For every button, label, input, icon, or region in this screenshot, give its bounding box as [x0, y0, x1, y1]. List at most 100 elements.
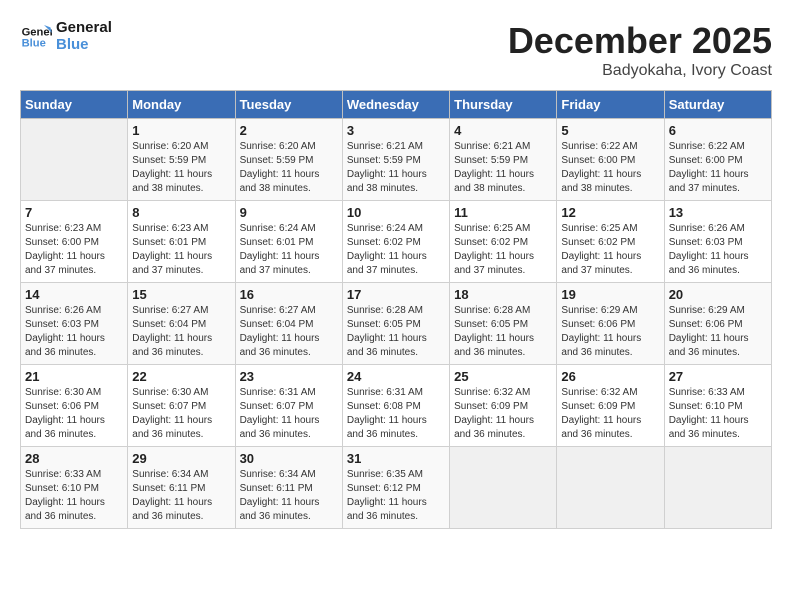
day-number: 31: [347, 451, 445, 466]
calendar-cell: [664, 447, 771, 529]
calendar-cell: 5 Sunrise: 6:22 AMSunset: 6:00 PMDaylight…: [557, 119, 664, 201]
day-info: Sunrise: 6:30 AMSunset: 6:07 PMDaylight:…: [132, 386, 230, 442]
day-info: Sunrise: 6:31 AMSunset: 6:08 PMDaylight:…: [347, 386, 445, 442]
calendar-cell: 16 Sunrise: 6:27 AMSunset: 6:04 PMDayligh…: [235, 283, 342, 365]
calendar-cell: 21 Sunrise: 6:30 AMSunset: 6:06 PMDayligh…: [21, 365, 128, 447]
day-info: Sunrise: 6:24 AMSunset: 6:02 PMDaylight:…: [347, 222, 445, 278]
calendar-cell: 22 Sunrise: 6:30 AMSunset: 6:07 PMDayligh…: [128, 365, 235, 447]
day-number: 27: [669, 369, 767, 384]
day-info: Sunrise: 6:33 AMSunset: 6:10 PMDaylight:…: [25, 468, 123, 524]
day-info: Sunrise: 6:34 AMSunset: 6:11 PMDaylight:…: [240, 468, 338, 524]
calendar-cell: 23Sunrise: 6:31 AMSunset: 6:07 PMDayligh…: [235, 365, 342, 447]
calendar-cell: 17Sunrise: 6:28 AMSunset: 6:05 PMDayligh…: [342, 283, 449, 365]
day-info: Sunrise: 6:32 AMSunset: 6:09 PMDaylight:…: [454, 386, 552, 442]
day-info: Sunrise: 6:34 AMSunset: 6:11 PMDaylight:…: [132, 468, 230, 524]
day-info: Sunrise: 6:28 AMSunset: 6:05 PMDaylight:…: [347, 304, 445, 360]
calendar-week-row: 14 Sunrise: 6:26 AMSunset: 6:03 PMDayligh…: [21, 283, 772, 365]
day-info: Sunrise: 6:24 AMSunset: 6:01 PMDaylight:…: [240, 222, 338, 278]
weekday-header: Tuesday: [235, 91, 342, 119]
logo: General Blue General Blue: [20, 20, 112, 53]
day-info: Sunrise: 6:27 AMSunset: 6:04 PMDaylight:…: [132, 304, 230, 360]
calendar-cell: 11Sunrise: 6:25 AMSunset: 6:02 PMDayligh…: [450, 201, 557, 283]
calendar-cell: 27Sunrise: 6:33 AMSunset: 6:10 PMDayligh…: [664, 365, 771, 447]
day-number: 12: [561, 205, 659, 220]
day-info: Sunrise: 6:35 AMSunset: 6:12 PMDaylight:…: [347, 468, 445, 524]
day-number: 8: [132, 205, 230, 220]
calendar-week-row: 28 Sunrise: 6:33 AMSunset: 6:10 PMDayligh…: [21, 447, 772, 529]
calendar-cell: 25 Sunrise: 6:32 AMSunset: 6:09 PMDayligh…: [450, 365, 557, 447]
day-number: 7: [25, 205, 123, 220]
day-info: Sunrise: 6:31 AMSunset: 6:07 PMDaylight:…: [240, 386, 338, 442]
day-number: 19: [561, 287, 659, 302]
day-info: Sunrise: 6:30 AMSunset: 6:06 PMDaylight:…: [25, 386, 123, 442]
calendar-cell: 12 Sunrise: 6:25 AMSunset: 6:02 PMDayligh…: [557, 201, 664, 283]
calendar-cell: [557, 447, 664, 529]
calendar-cell: 24 Sunrise: 6:31 AMSunset: 6:08 PMDayligh…: [342, 365, 449, 447]
calendar-cell: 14 Sunrise: 6:26 AMSunset: 6:03 PMDayligh…: [21, 283, 128, 365]
day-number: 28: [25, 451, 123, 466]
logo-icon: General Blue: [20, 21, 52, 53]
calendar-cell: 6Sunrise: 6:22 AMSunset: 6:00 PMDaylight…: [664, 119, 771, 201]
day-number: 13: [669, 205, 767, 220]
weekday-header: Sunday: [21, 91, 128, 119]
calendar-cell: 13Sunrise: 6:26 AMSunset: 6:03 PMDayligh…: [664, 201, 771, 283]
day-number: 26: [561, 369, 659, 384]
page-header: General Blue General Blue December 2025 …: [20, 20, 772, 80]
calendar-cell: 8 Sunrise: 6:23 AMSunset: 6:01 PMDaylight…: [128, 201, 235, 283]
day-info: Sunrise: 6:20 AMSunset: 5:59 PMDaylight:…: [132, 140, 230, 196]
calendar-cell: [21, 119, 128, 201]
day-number: 1: [132, 123, 230, 138]
calendar-cell: 7 Sunrise: 6:23 AMSunset: 6:00 PMDaylight…: [21, 201, 128, 283]
calendar-week-row: 7 Sunrise: 6:23 AMSunset: 6:00 PMDaylight…: [21, 201, 772, 283]
day-number: 30: [240, 451, 338, 466]
location: Badyokaha, Ivory Coast: [508, 62, 772, 80]
day-number: 4: [454, 123, 552, 138]
day-info: Sunrise: 6:25 AMSunset: 6:02 PMDaylight:…: [561, 222, 659, 278]
day-info: Sunrise: 6:29 AMSunset: 6:06 PMDaylight:…: [561, 304, 659, 360]
calendar-cell: 9 Sunrise: 6:24 AMSunset: 6:01 PMDaylight…: [235, 201, 342, 283]
calendar-cell: 26 Sunrise: 6:32 AMSunset: 6:09 PMDayligh…: [557, 365, 664, 447]
day-info: Sunrise: 6:27 AMSunset: 6:04 PMDaylight:…: [240, 304, 338, 360]
weekday-header: Wednesday: [342, 91, 449, 119]
calendar-cell: 30 Sunrise: 6:34 AMSunset: 6:11 PMDayligh…: [235, 447, 342, 529]
day-info: Sunrise: 6:22 AMSunset: 6:00 PMDaylight:…: [561, 140, 659, 196]
calendar-cell: 29 Sunrise: 6:34 AMSunset: 6:11 PMDayligh…: [128, 447, 235, 529]
day-info: Sunrise: 6:32 AMSunset: 6:09 PMDaylight:…: [561, 386, 659, 442]
calendar-cell: 20Sunrise: 6:29 AMSunset: 6:06 PMDayligh…: [664, 283, 771, 365]
day-info: Sunrise: 6:28 AMSunset: 6:05 PMDaylight:…: [454, 304, 552, 360]
day-info: Sunrise: 6:29 AMSunset: 6:06 PMDaylight:…: [669, 304, 767, 360]
svg-text:Blue: Blue: [22, 37, 46, 49]
day-info: Sunrise: 6:23 AMSunset: 6:01 PMDaylight:…: [132, 222, 230, 278]
day-info: Sunrise: 6:23 AMSunset: 6:00 PMDaylight:…: [25, 222, 123, 278]
calendar-week-row: 1 Sunrise: 6:20 AMSunset: 5:59 PMDaylight…: [21, 119, 772, 201]
weekday-header: Thursday: [450, 91, 557, 119]
weekday-header: Saturday: [664, 91, 771, 119]
day-number: 25: [454, 369, 552, 384]
calendar-cell: 19 Sunrise: 6:29 AMSunset: 6:06 PMDayligh…: [557, 283, 664, 365]
day-number: 16: [240, 287, 338, 302]
day-number: 21: [25, 369, 123, 384]
day-number: 29: [132, 451, 230, 466]
calendar-cell: 18 Sunrise: 6:28 AMSunset: 6:05 PMDayligh…: [450, 283, 557, 365]
calendar-cell: 10Sunrise: 6:24 AMSunset: 6:02 PMDayligh…: [342, 201, 449, 283]
day-info: Sunrise: 6:26 AMSunset: 6:03 PMDaylight:…: [25, 304, 123, 360]
calendar-cell: 2 Sunrise: 6:20 AMSunset: 5:59 PMDaylight…: [235, 119, 342, 201]
day-number: 15: [132, 287, 230, 302]
day-info: Sunrise: 6:21 AMSunset: 5:59 PMDaylight:…: [454, 140, 552, 196]
day-number: 18: [454, 287, 552, 302]
day-number: 24: [347, 369, 445, 384]
calendar-cell: [450, 447, 557, 529]
day-info: Sunrise: 6:20 AMSunset: 5:59 PMDaylight:…: [240, 140, 338, 196]
weekday-header: Friday: [557, 91, 664, 119]
day-number: 14: [25, 287, 123, 302]
weekday-header: Monday: [128, 91, 235, 119]
calendar-cell: 4 Sunrise: 6:21 AMSunset: 5:59 PMDaylight…: [450, 119, 557, 201]
day-number: 3: [347, 123, 445, 138]
day-info: Sunrise: 6:21 AMSunset: 5:59 PMDaylight:…: [347, 140, 445, 196]
day-number: 2: [240, 123, 338, 138]
day-number: 5: [561, 123, 659, 138]
day-info: Sunrise: 6:25 AMSunset: 6:02 PMDaylight:…: [454, 222, 552, 278]
day-number: 22: [132, 369, 230, 384]
day-number: 9: [240, 205, 338, 220]
weekday-header-row: SundayMondayTuesdayWednesdayThursdayFrid…: [21, 91, 772, 119]
